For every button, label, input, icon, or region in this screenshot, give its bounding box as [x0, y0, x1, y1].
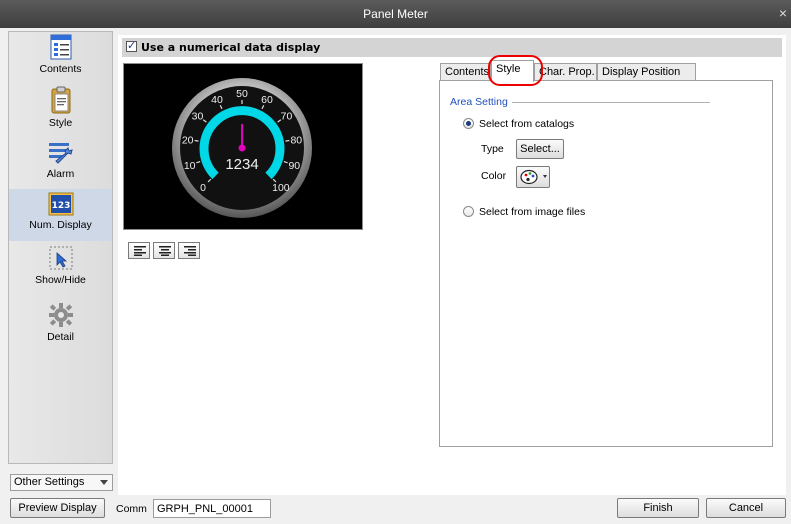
style-icon [51, 86, 70, 114]
sidebar-item-style[interactable]: Style [9, 85, 112, 137]
select-from-catalogs-option[interactable]: Select from catalogs [463, 118, 574, 130]
style-tab-panel [439, 80, 773, 447]
align-left-icon [134, 246, 146, 256]
window-title: Panel Meter [363, 7, 428, 21]
close-icon[interactable]: × [779, 5, 787, 21]
color-label: Color [481, 170, 507, 182]
other-settings-label: Other Settings [14, 476, 85, 488]
select-button[interactable]: Select... [516, 139, 564, 159]
gauge-tick-label: 20 [182, 134, 194, 146]
tab-contents[interactable]: Contents [440, 63, 491, 81]
num-display-icon: 123 [48, 192, 73, 216]
preview-display-button[interactable]: Preview Display [10, 498, 105, 518]
gauge-needle-pivot [238, 144, 246, 152]
align-left-button[interactable] [128, 242, 150, 259]
catalogs-radio[interactable] [463, 118, 474, 129]
contents-icon [50, 34, 71, 60]
numerical-display-header: Use a numerical data display [122, 38, 782, 57]
gauge-tick-label: 80 [290, 134, 302, 146]
comm-field[interactable]: GRPH_PNL_00001 [153, 499, 271, 518]
area-setting-divider [512, 102, 710, 103]
use-numerical-display-checkbox[interactable] [126, 39, 137, 52]
cancel-button[interactable]: Cancel [706, 498, 786, 518]
tab-display-position[interactable]: Display Position [597, 63, 696, 81]
panel-meter-gauge: 0 10 20 30 40 50 60 70 80 90 100 1234 [172, 78, 312, 218]
sidebar-item-label: Show/Hide [35, 274, 86, 286]
color-picker-button[interactable] [516, 166, 550, 188]
gauge-tick-label: 50 [236, 88, 248, 100]
sidebar-item-num-display[interactable]: 123 Num. Display [9, 189, 112, 241]
palette-icon [520, 169, 547, 185]
sidebar-item-show-hide[interactable]: Show/Hide [9, 243, 112, 295]
svg-text:123: 123 [51, 201, 70, 211]
other-settings-dropdown[interactable]: Other Settings [10, 474, 113, 491]
detail-icon [48, 303, 73, 327]
align-center-icon [159, 246, 171, 256]
gauge-tick-label: 100 [272, 182, 290, 194]
sidebar-item-alarm[interactable]: Alarm [9, 137, 112, 189]
sidebar-item-label: Alarm [46, 168, 75, 180]
select-from-image-files-option[interactable]: Select from image files [463, 206, 585, 218]
gauge-tick-label: 60 [261, 94, 273, 106]
align-right-button[interactable] [178, 242, 200, 259]
align-center-button[interactable] [153, 242, 175, 259]
finish-button[interactable]: Finish [617, 498, 699, 518]
sidebar-item-contents[interactable]: Contents [9, 32, 112, 84]
meter-preview: 0 10 20 30 40 50 60 70 80 90 100 1234 [123, 63, 363, 230]
gauge-tick-label: 90 [288, 160, 300, 172]
show-hide-icon [49, 246, 72, 270]
sidebar-item-label: Style [48, 117, 73, 129]
gauge-tick-label: 0 [200, 182, 206, 194]
sidebar-item-detail[interactable]: Detail [9, 300, 112, 352]
chevron-down-icon [100, 480, 108, 485]
title-bar: Panel Meter × [0, 0, 791, 28]
style-tab-highlight [488, 55, 543, 86]
gauge-tick-label: 40 [211, 94, 223, 106]
gauge-tick-label: 10 [184, 160, 196, 172]
align-right-icon [184, 246, 196, 256]
tab-char-prop[interactable]: Char. Prop. [534, 63, 597, 81]
area-setting-title: Area Setting [450, 96, 508, 108]
catalogs-label: Select from catalogs [479, 118, 575, 130]
comm-label: Comm [116, 503, 147, 515]
sidebar: Contents Style Alarm 123 Num. Display Sh… [8, 31, 113, 464]
alignment-buttons [128, 242, 203, 259]
gauge-tick [285, 139, 290, 142]
sidebar-item-label: Num. Display [29, 219, 92, 231]
use-numerical-display-label: Use a numerical data display [141, 41, 321, 54]
sidebar-item-label: Contents [39, 63, 82, 75]
gauge-tick-label: 30 [192, 111, 204, 123]
type-label: Type [481, 143, 504, 155]
image-files-label: Select from image files [479, 206, 586, 218]
image-files-radio[interactable] [463, 206, 474, 217]
gauge-tick [194, 139, 199, 142]
gauge-tick-label: 70 [281, 111, 293, 123]
alarm-icon [48, 143, 73, 164]
gauge-value: 1234 [225, 156, 258, 173]
sidebar-item-label: Detail [47, 331, 74, 343]
